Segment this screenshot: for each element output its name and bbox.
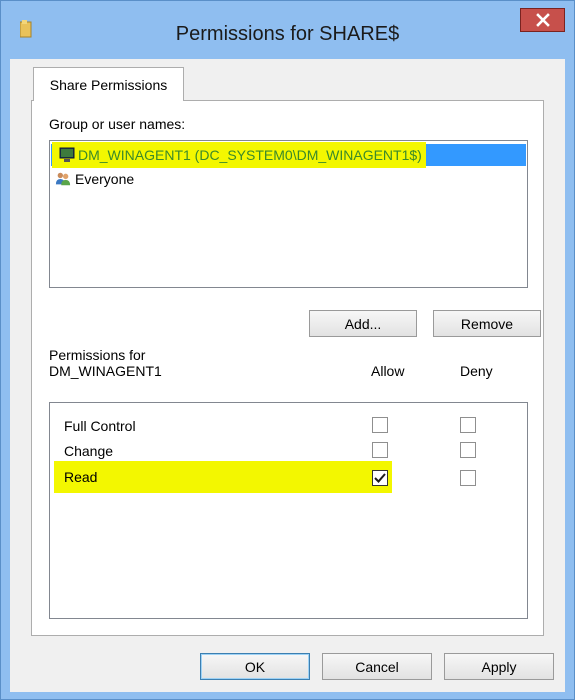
allow-checkbox-full-control[interactable] (372, 417, 388, 433)
deny-column-header: Deny (460, 363, 493, 379)
permissions-principal-label: DM_WINAGENT1 (49, 363, 162, 379)
allow-checkbox-change[interactable] (372, 442, 388, 458)
apply-button[interactable]: Apply (444, 653, 554, 680)
computer-icon (59, 147, 75, 162)
tab-share-permissions[interactable]: Share Permissions (33, 67, 184, 101)
read-highlight (54, 461, 392, 493)
ok-button[interactable]: OK (200, 653, 310, 680)
title-bar[interactable]: Permissions for SHARE$ (1, 1, 574, 59)
permissions-dialog: Permissions for SHARE$ Share Permissions… (0, 0, 575, 700)
group-names-label: Group or user names: (49, 116, 186, 132)
close-icon (535, 13, 550, 27)
dialog-client-area: Share Permissions Group or user names: D… (10, 59, 565, 692)
tab-panel: Group or user names: DM_WINAGENT1 (DC_SY… (31, 100, 544, 636)
add-button[interactable]: Add... (309, 310, 417, 337)
list-item-label: Everyone (75, 171, 135, 187)
deny-checkbox-read[interactable] (460, 470, 476, 486)
deny-checkbox-full-control[interactable] (460, 417, 476, 433)
allow-checkbox-read[interactable] (372, 470, 388, 486)
permissions-list: Full Control Change Read (49, 402, 528, 619)
checkmark-icon (374, 473, 386, 483)
list-item[interactable]: DM_WINAGENT1 (DC_SYSTEM0\DM_WINAGENT1$) (51, 142, 526, 168)
permission-name: Full Control (64, 418, 136, 434)
permission-name: Change (64, 443, 114, 459)
group-user-listbox[interactable]: DM_WINAGENT1 (DC_SYSTEM0\DM_WINAGENT1$) … (49, 140, 528, 288)
remove-button[interactable]: Remove (433, 310, 541, 337)
deny-checkbox-change[interactable] (460, 442, 476, 458)
window-title: Permissions for SHARE$ (175, 23, 400, 45)
list-item[interactable]: Everyone (51, 168, 134, 190)
list-item-label: DM_WINAGENT1 (DC_SYSTEM0\DM_WINAGENT1$) (78, 147, 422, 163)
permission-row-read: Read (50, 461, 527, 493)
permission-row-full-control: Full Control (50, 414, 527, 440)
close-button[interactable] (520, 8, 565, 32)
permissions-for-label: Permissions for (49, 347, 146, 363)
allow-column-header: Allow (371, 363, 405, 379)
users-icon (55, 172, 71, 186)
cancel-button[interactable]: Cancel (322, 653, 432, 680)
permission-name: Read (64, 469, 98, 485)
